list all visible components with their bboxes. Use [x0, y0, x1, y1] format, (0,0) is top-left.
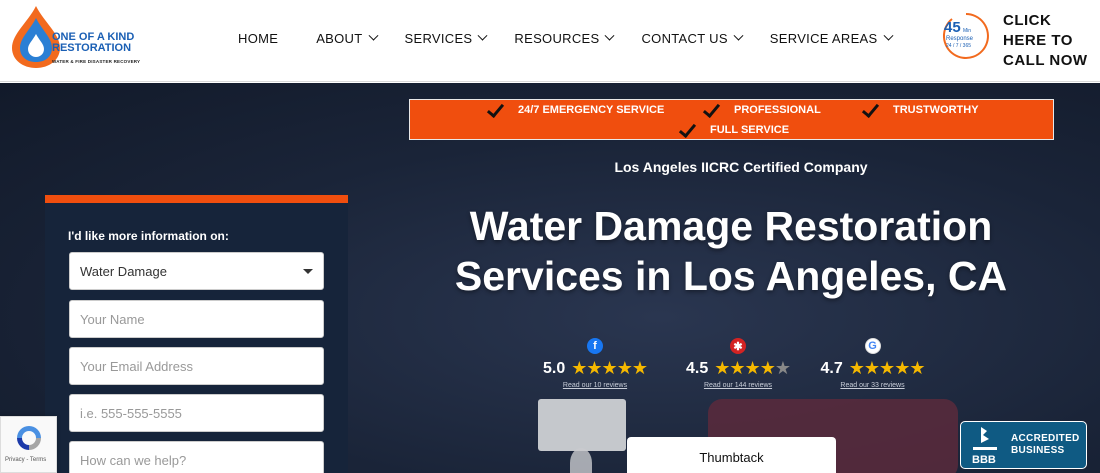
yelp-reviews-link[interactable]: Read our 144 reviews: [682, 382, 794, 389]
bbb-line1: ACCREDITED: [1011, 433, 1080, 444]
page-title-line1: Water Damage Restoration: [469, 203, 993, 249]
call-now-button[interactable]: CLICK HERE TO CALL NOW: [1003, 11, 1088, 71]
site-header: ONE OF A KIND RESTORATION WATER & FIRE D…: [0, 0, 1100, 82]
nav-services[interactable]: SERVICES: [404, 30, 488, 46]
chevron-down-icon: [368, 30, 378, 41]
logo-line2: RESTORATION: [52, 42, 132, 54]
nav-about-label: ABOUT: [316, 31, 363, 46]
cta-line2: HERE TO: [1003, 32, 1073, 49]
chevron-down-icon: [883, 30, 893, 41]
service-select-value: Water Damage: [80, 263, 167, 279]
chevron-down-icon: [733, 30, 744, 41]
google-score: 4.7: [820, 359, 843, 377]
check-icon: [861, 103, 879, 117]
recaptcha-badge[interactable]: Privacy - Terms: [0, 416, 57, 473]
email-input[interactable]: Your Email Address: [69, 347, 324, 385]
name-input[interactable]: Your Name: [69, 300, 324, 338]
nav-home-label: HOME: [238, 31, 279, 46]
lamp-image: [538, 399, 626, 451]
star-rating-icon: ★★★★★: [714, 358, 791, 378]
contact-form: I'd like more information on: Water Dama…: [45, 195, 348, 473]
banner-item-full-service: FULL SERVICE: [678, 123, 789, 137]
bbb-mark: BBB: [972, 454, 996, 465]
logo-tagline: WATER & FIRE DISASTER RECOVERY: [52, 59, 141, 64]
certification-text: Los Angeles IICRC Certified Company: [614, 159, 868, 175]
check-icon: [486, 103, 504, 117]
response-hours: 24 / 7 / 365: [946, 43, 971, 49]
caret-down-icon: [303, 268, 313, 274]
rating-google[interactable]: G 4.7 ★★★★★ Read our 33 reviews: [819, 338, 926, 389]
response-number: 45: [944, 19, 961, 36]
main-nav: HOME ABOUT SERVICES RESOURCES CONTACT US…: [238, 30, 893, 46]
nav-contact-us[interactable]: CONTACT US: [641, 30, 744, 46]
nav-service-areas[interactable]: SERVICE AREAS: [769, 30, 893, 46]
check-icon: [678, 123, 696, 137]
form-label: I'd like more information on:: [68, 229, 229, 243]
response-unit: Min: [963, 28, 971, 34]
facebook-reviews-link[interactable]: Read our 10 reviews: [539, 382, 651, 389]
company-logo[interactable]: ONE OF A KIND RESTORATION WATER & FIRE D…: [6, 4, 146, 70]
rating-yelp[interactable]: ✱ 4.5 ★★★★★ Read our 144 reviews: [682, 338, 794, 389]
chevron-down-icon: [477, 30, 488, 41]
cta-line3: CALL NOW: [1003, 52, 1088, 69]
yelp-score: 4.5: [686, 359, 709, 377]
star-rating-icon: ★★★★★: [571, 358, 648, 378]
recaptcha-icon: [17, 426, 41, 450]
banner-trustworthy-label: TRUSTWORTHY: [893, 104, 979, 116]
lamp-base-image: [570, 448, 592, 473]
page-title-line2: Services in Los Angeles, CA: [454, 253, 1008, 299]
recaptcha-links[interactable]: Privacy - Terms: [5, 457, 46, 463]
banner-item-trustworthy: TRUSTWORTHY: [861, 103, 979, 117]
google-icon: G: [864, 338, 881, 354]
response-time-badge: 45 Min Response 24 / 7 / 365: [942, 13, 989, 59]
banner-emergency-label: 24/7 EMERGENCY SERVICE: [518, 104, 665, 116]
bbb-torch-icon: BBB: [972, 427, 997, 465]
chevron-down-icon: [605, 30, 615, 41]
response-label: Response: [946, 36, 974, 42]
hero-section: 24/7 EMERGENCY SERVICE PROFESSIONAL TRUS…: [0, 83, 1100, 473]
nav-resources-label: RESOURCES: [514, 31, 600, 46]
nav-about[interactable]: ABOUT: [316, 30, 378, 46]
google-reviews-link[interactable]: Read our 33 reviews: [819, 382, 926, 389]
star-rating-icon: ★★★★★: [848, 358, 926, 378]
banner-item-professional: PROFESSIONAL: [702, 103, 821, 117]
nav-resources[interactable]: RESOURCES: [514, 30, 615, 46]
thumbtack-widget[interactable]: Thumbtack: [627, 437, 836, 473]
message-textarea[interactable]: How can we help?: [69, 441, 324, 473]
banner-full-service-label: FULL SERVICE: [710, 124, 790, 136]
banner-item-emergency: 24/7 EMERGENCY SERVICE: [486, 103, 664, 117]
service-select[interactable]: Water Damage: [69, 252, 324, 290]
rating-facebook[interactable]: f 5.0 ★★★★★ Read our 10 reviews: [539, 338, 651, 389]
bbb-line2: BUSINESS: [1011, 445, 1065, 456]
yelp-icon: ✱: [730, 338, 746, 354]
service-banner: 24/7 EMERGENCY SERVICE PROFESSIONAL TRUS…: [409, 99, 1054, 140]
nav-contact-label: CONTACT US: [641, 31, 728, 46]
facebook-score: 5.0: [543, 359, 566, 377]
nav-service-areas-label: SERVICE AREAS: [769, 31, 878, 46]
check-icon: [702, 103, 720, 117]
cta-line1: CLICK: [1003, 12, 1052, 29]
facebook-icon: f: [587, 338, 603, 354]
page-title: Water Damage Restoration Services in Los…: [430, 201, 1032, 301]
bbb-accredited-badge[interactable]: BBB ACCREDITED BUSINESS: [960, 421, 1087, 469]
nav-services-label: SERVICES: [404, 31, 473, 46]
banner-professional-label: PROFESSIONAL: [734, 104, 821, 116]
phone-input[interactable]: i.e. 555-555-5555: [69, 394, 324, 432]
nav-home[interactable]: HOME: [238, 31, 278, 46]
